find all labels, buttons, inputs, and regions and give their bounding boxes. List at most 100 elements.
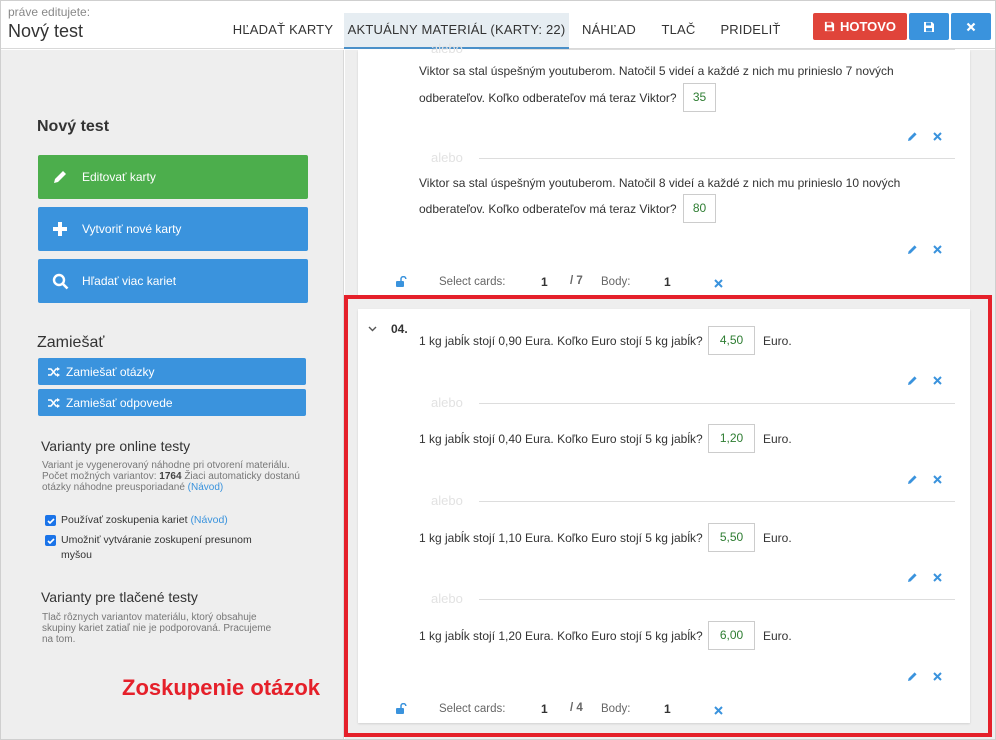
unit-label: Euro. [763,334,792,348]
edit-cards-label: Editovať karty [82,170,156,184]
question-text: 1 kg jabĺk stojí 1,10 Eura. Koľko Euro s… [419,531,703,545]
create-cards-button[interactable]: Vytvoriť nové karty [38,207,308,251]
delete-question-button[interactable] [930,373,944,387]
shuffle-questions-button[interactable]: Zamiešať otázky [38,358,306,385]
guide-link[interactable]: (Návod) [188,482,224,493]
unit-label: Euro. [763,531,792,545]
close-icon [932,375,942,385]
answer-field[interactable]: 35 [683,83,716,112]
question-group-card [358,50,970,295]
print-variants-heading: Varianty pre tlačené testy [41,589,198,605]
select-cards-total: / 7 [570,275,583,287]
close-icon [713,705,723,715]
tab-print[interactable]: TLAČ [651,13,706,49]
pencil-icon [907,244,917,254]
delete-question-button[interactable] [930,129,944,143]
shuffle-icon [48,397,60,408]
select-cards-label: Select cards: [439,276,506,288]
top-header: práve editujete: Nový test HĽADAŤ KARTY … [1,1,995,49]
unit-label: Euro. [763,432,792,446]
save-button[interactable] [909,13,949,40]
delete-question-button[interactable] [930,570,944,584]
plus-icon [53,222,67,236]
shuffle-answers-button[interactable]: Zamiešať odpovede [38,389,306,416]
points-label: Body: [601,276,631,288]
search-more-cards-button[interactable]: Hľadať viac kariet [38,259,308,303]
app-window: práve editujete: Nový test HĽADAŤ KARTY … [0,0,996,740]
grouping-guide-link[interactable]: (Návod) [190,514,227,526]
edit-question-button[interactable] [905,242,919,256]
remove-group-button[interactable] [711,703,725,717]
question-text: 1 kg jabĺk stojí 1,20 Eura. Koľko Euro s… [419,629,703,643]
shuffle-answers-label: Zamiešať odpovede [66,395,173,410]
unlock-icon[interactable] [394,702,408,716]
edit-question-button[interactable] [905,570,919,584]
edit-question-button[interactable] [905,373,919,387]
online-variants-text: Variant je vygenerovaný náhodne pri otvo… [42,460,300,493]
points-label: Body: [601,703,631,715]
edit-cards-button[interactable]: Editovať karty [38,155,308,199]
shuffle-icon [48,366,60,377]
edit-question-button[interactable] [905,669,919,683]
question-text: Viktor sa stal úspešným youtuberom. Nato… [419,64,894,78]
edit-question-button[interactable] [905,129,919,143]
points-value[interactable]: 1 [664,702,671,716]
checkbox-checked[interactable] [45,515,56,526]
tab-assign[interactable]: PRIDELIŤ [713,13,788,49]
delete-question-button[interactable] [930,669,944,683]
select-cards-label: Select cards: [439,703,506,715]
points-value[interactable]: 1 [664,275,671,289]
select-cards-value[interactable]: 1 [541,275,548,289]
delete-question-button[interactable] [930,472,944,486]
create-cards-label: Vytvoriť nové karty [82,222,182,236]
shuffle-questions-label: Zamiešať otázky [66,364,155,379]
close-icon [932,131,942,141]
chevron-down-icon[interactable] [365,322,379,336]
close-button[interactable] [951,13,991,40]
tab-preview[interactable]: NÁHĽAD [574,13,644,49]
search-more-label: Hľadať viac kariet [82,274,177,288]
question-text: odberateľov. Koľko odberateľov má teraz … [419,91,677,105]
answer-field[interactable]: 6,00 [708,621,755,650]
unit-label: Euro. [763,629,792,643]
save-icon [824,21,835,32]
tab-search-cards[interactable]: HĽADAŤ KARTY [227,13,339,49]
done-label: HOTOVO [839,19,897,34]
search-icon [52,273,68,289]
checkbox-checked[interactable] [45,535,56,546]
delete-question-button[interactable] [930,242,944,256]
sidebar: Nový test Editovať karty Vytvoriť nové k… [1,50,344,739]
close-icon [713,278,723,288]
pencil-icon [54,171,66,183]
online-variants-heading: Varianty pre online testy [41,438,191,454]
close-icon [966,22,976,31]
answer-field[interactable]: 1,20 [708,424,755,453]
question-number: 04. [391,322,408,336]
select-cards-total: / 4 [570,702,583,714]
pencil-icon [907,131,917,141]
drag-grouping-checkbox[interactable]: Umožniť vytváranie zoskupení presunom my… [45,533,285,563]
close-icon [932,671,942,681]
print-variants-text: Tlač rôznych variantov materiálu, ktorý … [42,612,272,645]
answer-field[interactable]: 80 [683,194,716,223]
shuffle-heading: Zamiešať [37,334,105,351]
pencil-icon [907,572,917,582]
alebo-separator: alebo [419,41,955,56]
select-cards-value[interactable]: 1 [541,702,548,716]
annotation-label: Zoskupenie otázok [122,675,321,700]
alebo-separator: alebo [419,395,955,410]
done-button[interactable]: HOTOVO [813,13,907,40]
close-icon [932,474,942,484]
page-title: Nový test [8,21,84,41]
answer-field[interactable]: 4,50 [708,326,755,355]
unlock-icon[interactable] [394,275,408,289]
question-group-card [358,309,970,723]
pencil-icon [907,474,917,484]
alebo-separator: alebo [419,150,955,165]
use-grouping-checkbox[interactable]: Používať zoskupenia kariet (Návod) [45,513,285,528]
alebo-separator: alebo [419,591,955,606]
edit-question-button[interactable] [905,472,919,486]
remove-group-button[interactable] [711,276,725,290]
save-icon [924,21,934,32]
answer-field[interactable]: 5,50 [708,523,755,552]
